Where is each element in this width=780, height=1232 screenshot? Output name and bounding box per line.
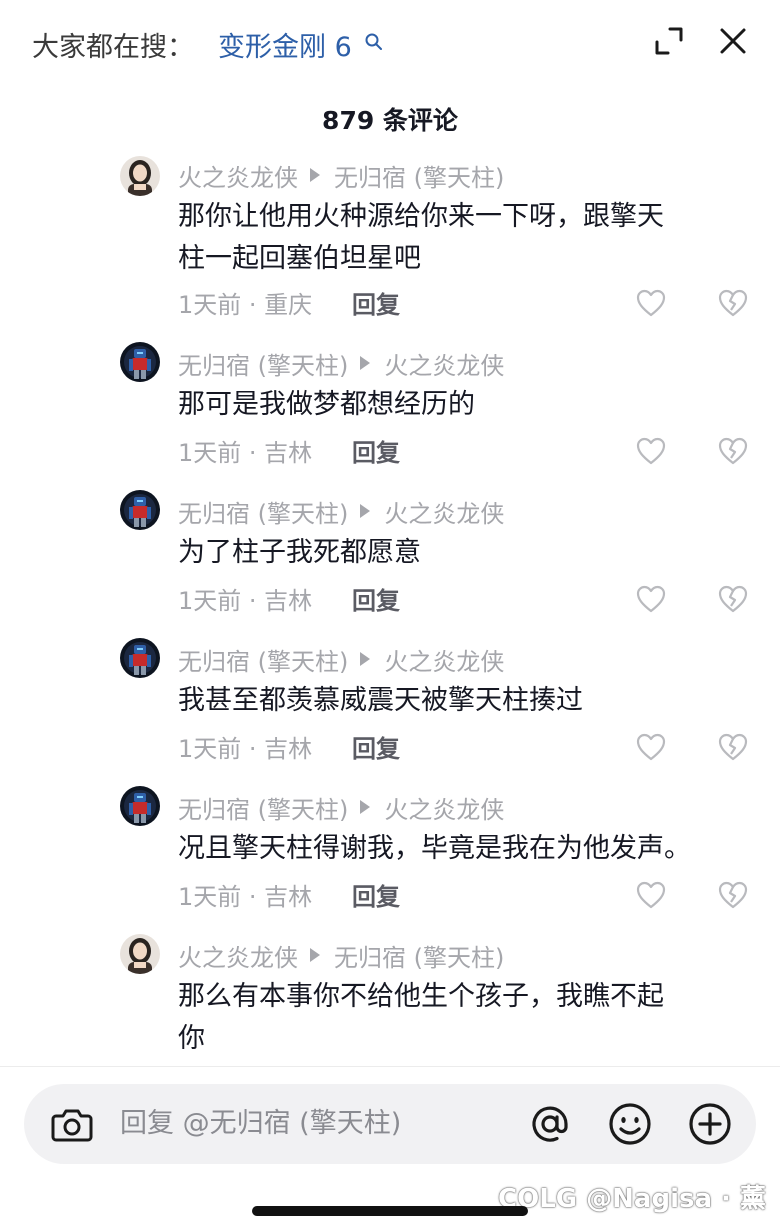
emoji-icon[interactable] [606,1100,654,1148]
comment-text: 况且擎天柱得谢我，毕竟是我在为他发声。 [178,828,758,870]
reply-arrow-icon [360,356,371,370]
comment-meta: 1天前 · 吉林 [178,439,313,467]
expand-icon[interactable] [652,24,686,58]
comment-text-line: 为了柱子我死都愿意 [178,537,421,568]
dislike-broken-heart-icon[interactable] [718,733,748,761]
comment-header: 火之炎龙侠 无归宿 (擎天柱) [178,158,504,192]
dislike-broken-heart-icon[interactable] [718,585,748,613]
comment-text: 那可是我做梦都想经历的 [178,384,738,426]
trending-search-link[interactable]: 变形金刚 6 [218,30,352,66]
home-indicator[interactable] [252,1206,528,1216]
comment-header: 无归宿 (擎天柱) 火之炎龙侠 [178,494,504,528]
search-icon[interactable] [364,32,384,52]
plus-icon[interactable] [686,1100,734,1148]
reply-arrow-icon [360,800,371,814]
close-icon[interactable] [716,24,750,58]
avatar[interactable] [120,786,160,826]
reply-to-user[interactable]: 火之炎龙侠 [384,346,504,381]
comment-text: 我甚至都羡慕威震天被擎天柱揍过 [178,680,738,722]
comment-text: 那你让他用火种源给你来一下呀，跟擎天 柱一起回塞伯坦星吧 [178,196,738,280]
reply-to-user[interactable]: 无归宿 (擎天柱) [334,158,504,193]
comment-meta: 1天前 · 重庆 [178,291,313,319]
like-heart-icon[interactable] [636,733,666,761]
avatar[interactable] [120,490,160,530]
avatar[interactable] [120,156,160,196]
comment-meta: 1天前 · 吉林 [178,883,313,911]
comment-text-line: 那么有本事你不给他生个孩子，我瞧不起 [178,981,664,1012]
camera-icon[interactable] [50,1104,94,1144]
reply-button[interactable]: 回复 [352,288,400,322]
like-heart-icon[interactable] [636,881,666,909]
reply-to-user[interactable]: 无归宿 (擎天柱) [334,938,504,973]
avatar[interactable] [120,342,160,382]
trending-search-label: 大家都在搜： [32,32,194,63]
comment-author[interactable]: 火之炎龙侠 [178,158,298,193]
comment-header: 无归宿 (擎天柱) 火之炎龙侠 [178,346,504,380]
comment-text-line: 柱一起回塞伯坦星吧 [178,243,421,274]
dislike-broken-heart-icon[interactable] [718,437,748,465]
reply-button[interactable]: 回复 [352,732,400,766]
comment-text-line: 那可是我做梦都想经历的 [178,389,475,420]
comment-text-line: 那你让他用火种源给你来一下呀，跟擎天 [178,201,664,232]
avatar[interactable] [120,934,160,974]
reply-arrow-icon [360,652,371,666]
at-icon[interactable] [526,1100,574,1148]
comment-header: 无归宿 (擎天柱) 火之炎龙侠 [178,642,504,676]
reply-arrow-icon [310,948,320,962]
comment-author[interactable]: 无归宿 (擎天柱) [178,494,348,529]
like-heart-icon[interactable] [636,289,666,317]
comment-text-line: 你 [178,1023,205,1054]
reply-to-user[interactable]: 火之炎龙侠 [384,790,504,825]
reply-arrow-icon [360,504,371,518]
comment-count: 879 条评论 [322,106,458,135]
reply-button[interactable]: 回复 [352,436,400,470]
comment-text: 为了柱子我死都愿意 [178,532,738,574]
comment-author[interactable]: 无归宿 (擎天柱) [178,346,348,381]
watermark: COLG @Nagisa · 薰 [498,1184,766,1214]
top-bar: 大家都在搜： 变形金刚 6 [0,0,780,100]
comment-author[interactable]: 无归宿 (擎天柱) [178,642,348,677]
reply-button[interactable]: 回复 [352,880,400,914]
reply-input[interactable]: 回复 @无归宿 (擎天柱) [120,1106,401,1142]
dislike-broken-heart-icon[interactable] [718,289,748,317]
comment-header: 无归宿 (擎天柱) 火之炎龙侠 [178,790,504,824]
reply-button[interactable]: 回复 [352,584,400,618]
comment-meta: 1天前 · 吉林 [178,587,313,615]
comment-author[interactable]: 无归宿 (擎天柱) [178,790,348,825]
comment-text-line: 我甚至都羡慕威震天被擎天柱揍过 [178,685,583,716]
dislike-broken-heart-icon[interactable] [718,881,748,909]
reply-to-user[interactable]: 火之炎龙侠 [384,494,504,529]
like-heart-icon[interactable] [636,585,666,613]
comment-text: 那么有本事你不给他生个孩子，我瞧不起 你 [178,976,738,1060]
reply-input-bar[interactable]: 回复 @无归宿 (擎天柱) [24,1084,756,1164]
comment-header: 火之炎龙侠 无归宿 (擎天柱) [178,938,504,972]
like-heart-icon[interactable] [636,437,666,465]
comment-meta: 1天前 · 吉林 [178,735,313,763]
reply-arrow-icon [310,168,320,182]
comment-text-line: 况且擎天柱得谢我，毕竟是我在为他发声。 [178,833,691,864]
reply-to-user[interactable]: 火之炎龙侠 [384,642,504,677]
avatar[interactable] [120,638,160,678]
divider [0,1066,780,1067]
comment-author[interactable]: 火之炎龙侠 [178,938,298,973]
